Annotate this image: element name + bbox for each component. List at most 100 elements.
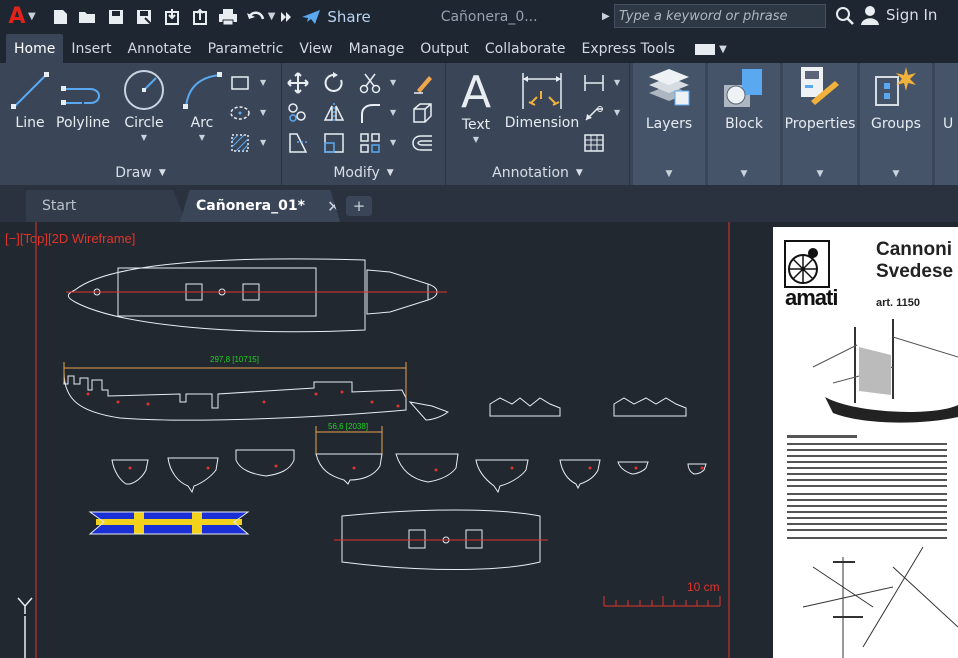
autocad-window: A ▼ ▼ Share Cañonera_0... ▶ Type a keywo… [0, 0, 958, 658]
annotation-panel: A Text ▼ Dimension ▼ ▼ Annotation ▼ [446, 63, 630, 185]
leader-dropdown-icon[interactable]: ▼ [614, 108, 620, 117]
text-icon: A [461, 67, 491, 113]
frame-markers [128, 464, 704, 472]
tab-collaborate[interactable]: Collaborate [477, 34, 574, 63]
circle-icon [124, 70, 164, 110]
line-tool[interactable]: Line [10, 69, 50, 131]
hatch-icon[interactable] [228, 131, 252, 155]
fillet-icon[interactable] [358, 101, 382, 125]
tab-output[interactable]: Output [412, 34, 477, 63]
undo-icon[interactable] [242, 4, 270, 30]
reference-article-number: art. 1150 [876, 297, 921, 309]
layers-button[interactable]: Layers ▼ [633, 63, 705, 185]
hatch-dropdown-icon[interactable]: ▼ [260, 138, 266, 147]
app-menu-chevron-icon[interactable]: ▼ [28, 11, 36, 22]
close-tab-icon[interactable]: ✕ [327, 197, 340, 216]
save-as-icon[interactable] [130, 4, 158, 30]
draw-panel-title[interactable]: Draw ▼ [0, 163, 281, 183]
undo-dropdown-icon[interactable]: ▼ [268, 11, 276, 22]
new-tab-button[interactable]: + [346, 196, 372, 216]
layers-dropdown-icon: ▼ [665, 169, 673, 179]
text-tool[interactable]: A Text ▼ [454, 67, 498, 144]
trim-icon[interactable] [358, 71, 382, 95]
dimension-length-label: 297,8 [10715] [210, 355, 259, 364]
reference-instruction-sheet: amati Cannoni Svedese art. 1150 [773, 227, 958, 658]
tab-insert[interactable]: Insert [63, 34, 119, 63]
search-input[interactable] [614, 4, 826, 28]
search-icon[interactable] [830, 4, 860, 28]
scale-icon[interactable] [322, 131, 346, 155]
tab-annotate[interactable]: Annotate [120, 34, 200, 63]
modify-panel-title[interactable]: Modify ▼ [282, 163, 445, 183]
text-dropdown-icon[interactable]: ▼ [473, 135, 479, 144]
copy-icon[interactable] [286, 101, 310, 125]
utilities-button[interactable]: U [935, 63, 958, 185]
deck-top-view [67, 258, 438, 333]
ucs-icon [17, 597, 33, 658]
erase-icon[interactable] [410, 71, 434, 95]
tab-canonera[interactable]: Cañonera_01* ✕ [180, 190, 340, 222]
share-label: Share [327, 7, 371, 26]
dimension-dropdown-icon[interactable]: ▼ [614, 78, 620, 87]
offset-icon[interactable] [410, 131, 434, 155]
sign-in-label: Sign In [886, 6, 938, 24]
arc-dropdown-icon[interactable]: ▼ [199, 133, 205, 142]
leader-icon[interactable] [582, 101, 606, 125]
tab-start[interactable]: Start [26, 190, 186, 222]
fillet-dropdown-icon[interactable]: ▼ [390, 108, 396, 117]
share-button[interactable]: Share [301, 7, 371, 26]
circle-dropdown-icon[interactable]: ▼ [141, 133, 147, 142]
ellipse-icon[interactable] [228, 101, 252, 125]
new-file-icon[interactable] [46, 4, 74, 30]
ellipse-dropdown-icon[interactable]: ▼ [260, 108, 266, 117]
tab-parametric[interactable]: Parametric [200, 34, 292, 63]
document-title: Cañonera_0... [440, 8, 538, 25]
array-dropdown-icon[interactable]: ▼ [390, 138, 396, 147]
draw-expand-icon: ▼ [158, 168, 166, 178]
rectangle-dropdown-icon[interactable]: ▼ [260, 78, 266, 87]
mirror-icon[interactable] [322, 101, 346, 125]
groups-button[interactable]: Groups ▼ [860, 63, 932, 185]
ribbon-minimize-icon [695, 44, 716, 55]
rotate-icon[interactable] [322, 71, 346, 95]
open-folder-icon[interactable] [74, 4, 102, 30]
reference-title: Cannoni Svedese [876, 239, 954, 282]
linear-dimension-icon[interactable] [582, 71, 606, 95]
dimension-tool[interactable]: Dimension [504, 69, 580, 131]
3d-box-icon[interactable] [410, 101, 434, 125]
plot-printer-icon[interactable] [214, 4, 242, 30]
ribbon-minimize-button[interactable]: ▼ [695, 44, 727, 55]
stretch-icon[interactable] [286, 131, 310, 155]
swedish-flag [88, 511, 250, 535]
open-from-web-icon[interactable] [158, 4, 186, 30]
line-icon [11, 72, 49, 109]
tab-express-tools[interactable]: Express Tools [573, 34, 683, 63]
tab-home[interactable]: Home [6, 34, 64, 63]
block-button[interactable]: Block ▼ [708, 63, 780, 185]
keel-profile [63, 371, 687, 421]
annotation-panel-title[interactable]: Annotation ▼ [446, 163, 629, 183]
save-icon[interactable] [102, 4, 130, 30]
table-icon[interactable] [582, 131, 606, 155]
arc-tool[interactable]: Arc ▼ [180, 69, 224, 142]
properties-dropdown-icon: ▼ [816, 169, 824, 179]
trim-dropdown-icon[interactable]: ▼ [390, 78, 396, 87]
tab-manage[interactable]: Manage [341, 34, 413, 63]
keel-markers [86, 390, 400, 408]
search-expand-icon[interactable]: ▶ [602, 11, 614, 22]
sign-in-button[interactable]: Sign In [860, 5, 937, 25]
move-icon[interactable] [286, 71, 310, 95]
rectangle-icon[interactable] [228, 71, 252, 95]
polyline-tool[interactable]: Polyline [56, 69, 110, 131]
tab-view[interactable]: View [291, 34, 340, 63]
save-to-web-icon[interactable] [186, 4, 214, 30]
modify-panel: ▼ ▼ ▼ Modify ▼ [282, 63, 446, 185]
user-icon [861, 6, 879, 25]
document-tab-bar: Start Cañonera_01* ✕ [0, 186, 958, 222]
array-icon[interactable] [358, 131, 382, 155]
properties-button[interactable]: Properties ▼ [783, 63, 857, 185]
redo-icon[interactable] [277, 4, 295, 30]
circle-tool[interactable]: Circle ▼ [120, 69, 168, 142]
arc-icon [183, 72, 222, 109]
scale-bar [603, 596, 721, 607]
